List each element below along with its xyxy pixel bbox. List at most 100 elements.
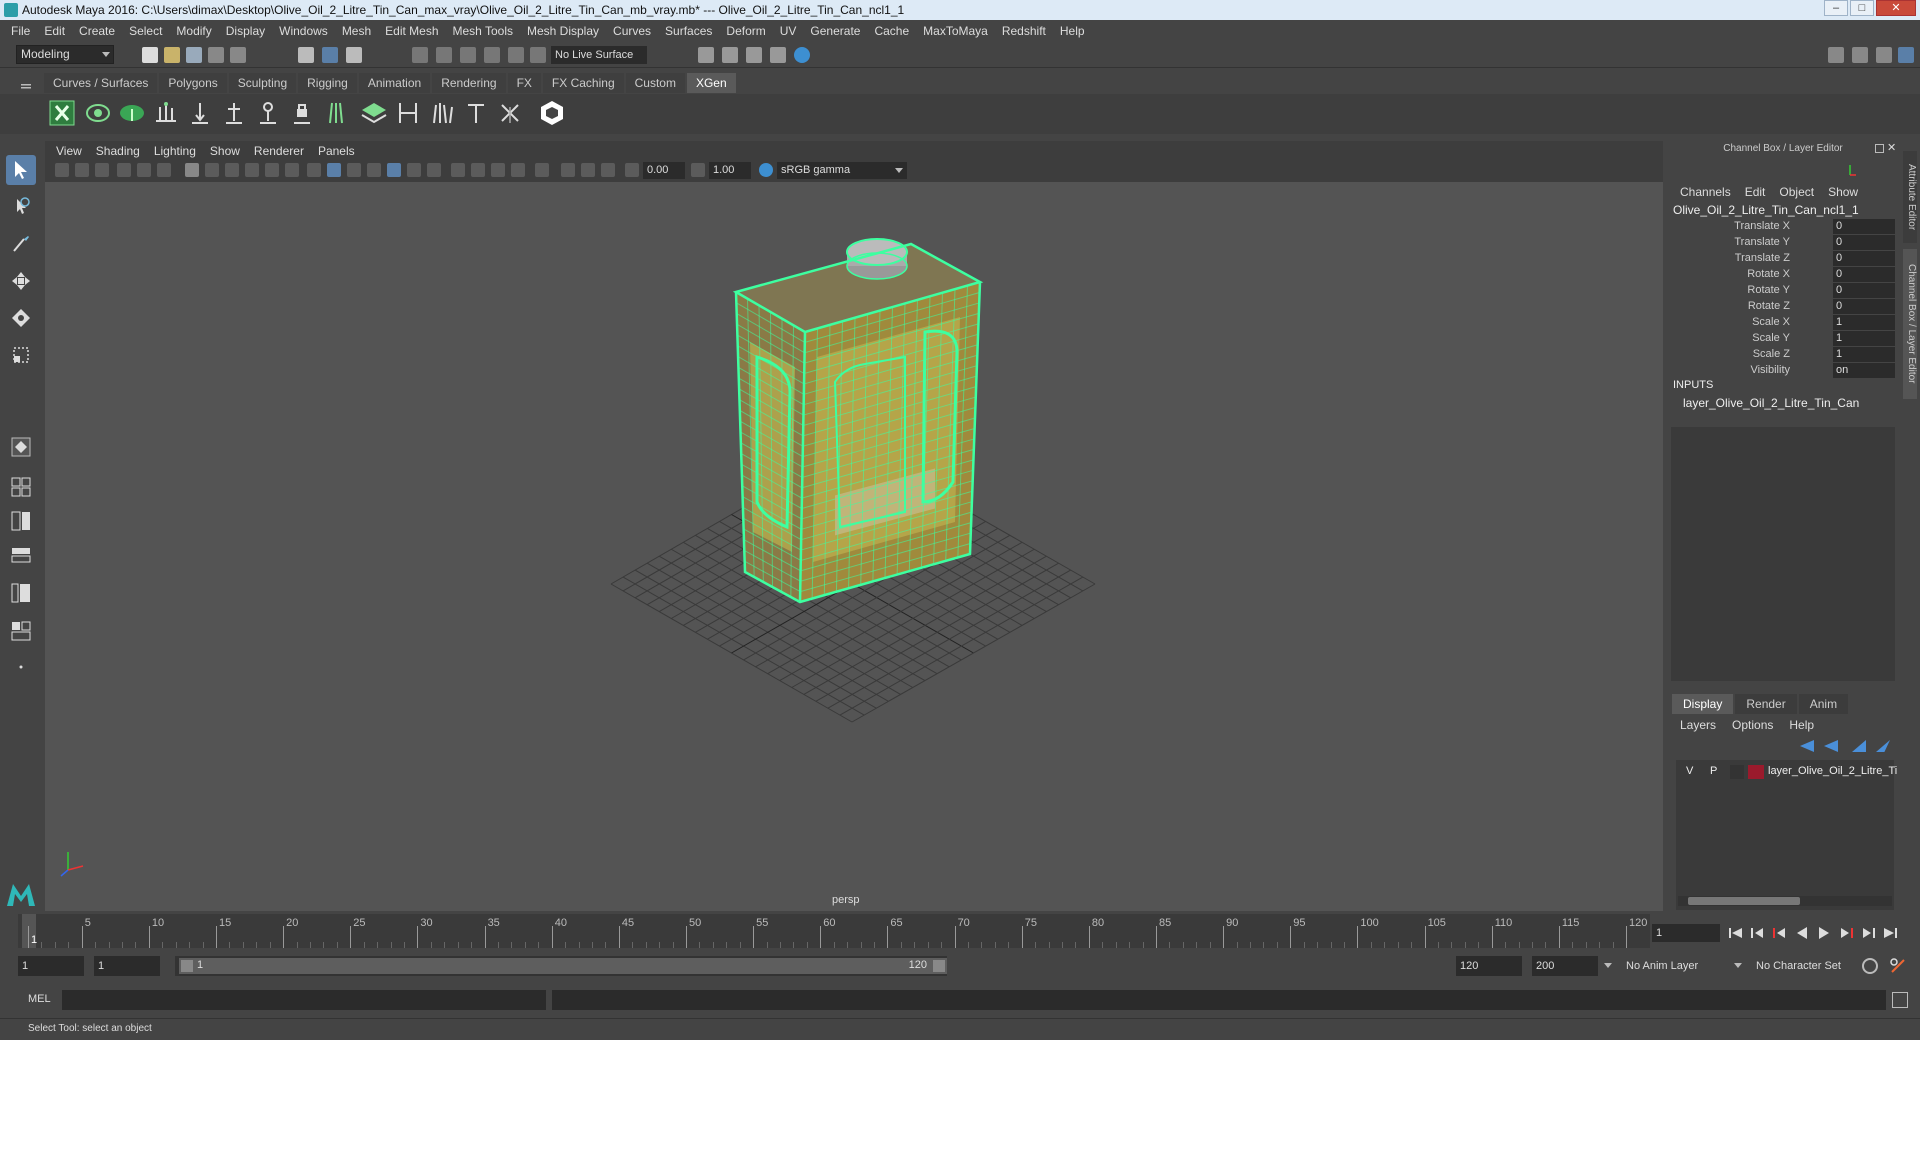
- script-language-toggle[interactable]: MEL: [28, 993, 51, 1005]
- panel-menu-renderer[interactable]: Renderer: [247, 144, 311, 158]
- camera-select-icon[interactable]: [55, 163, 69, 177]
- backface-culling-icon[interactable]: [601, 163, 615, 177]
- xgen-place-guides-icon[interactable]: [152, 99, 180, 127]
- xgen-lock-guides-icon[interactable]: [288, 99, 316, 127]
- layer-tab-render[interactable]: Render: [1735, 694, 1797, 714]
- modeling-toolkit-icon[interactable]: [1828, 47, 1844, 63]
- two-d-pan-zoom-icon[interactable]: [137, 163, 151, 177]
- animation-start-field[interactable]: 1: [18, 956, 84, 976]
- select-component-icon[interactable]: [346, 47, 362, 63]
- step-back-key-icon[interactable]: [1750, 925, 1766, 941]
- 3d-viewport[interactable]: persp: [45, 182, 1663, 911]
- time-slider[interactable]: 1 5 10 15 20 25 30 35 40 45 50 55 60 65 70 75 80 85 90 95 10…: [18, 914, 1650, 948]
- layer-playback-toggle[interactable]: P: [1710, 765, 1717, 777]
- attr-value[interactable]: 1: [1833, 315, 1895, 330]
- layout-two-view[interactable]: [6, 506, 36, 536]
- snap-curve-icon[interactable]: [436, 47, 452, 63]
- smooth-shade-icon[interactable]: [327, 163, 341, 177]
- attr-value[interactable]: 0: [1833, 219, 1895, 234]
- attr-value[interactable]: 0: [1833, 267, 1895, 282]
- attr-scale-x[interactable]: Scale X1: [1667, 315, 1897, 331]
- shelf-tab-curves-surfaces[interactable]: Curves / Surfaces: [44, 73, 158, 93]
- layer-name[interactable]: layer_Olive_Oil_2_Litre_Ti: [1768, 765, 1897, 777]
- menu-create[interactable]: Create: [72, 21, 122, 42]
- menu-edit-mesh[interactable]: Edit Mesh: [378, 21, 445, 42]
- cb-menu-channels[interactable]: Channels: [1673, 185, 1738, 199]
- animation-preferences-icon[interactable]: [1890, 958, 1906, 974]
- attribute-editor-toggle-icon[interactable]: [1852, 47, 1868, 63]
- scene-view[interactable]: [45, 182, 1663, 911]
- attr-value[interactable]: 0: [1833, 235, 1895, 250]
- playback-end-field[interactable]: 120: [1456, 956, 1522, 976]
- xray-icon[interactable]: [367, 163, 381, 177]
- shelf-tab-rendering[interactable]: Rendering: [432, 73, 506, 93]
- depth-of-field-icon[interactable]: [511, 163, 525, 177]
- script-editor-icon[interactable]: [1892, 992, 1908, 1008]
- xgen-length-icon[interactable]: [394, 99, 422, 127]
- playback-start-field[interactable]: 1: [94, 956, 160, 976]
- rotate-tool[interactable]: [6, 303, 36, 333]
- snap-surface-icon[interactable]: [508, 47, 524, 63]
- layer-color-swatch[interactable]: [1748, 765, 1764, 779]
- layer-display-type-toggle[interactable]: [1730, 765, 1744, 779]
- menu-select[interactable]: Select: [122, 21, 169, 42]
- shelf-tab-fx-caching[interactable]: FX Caching: [542, 73, 624, 93]
- shelf-tab-polygons[interactable]: Polygons: [159, 73, 227, 93]
- close-button[interactable]: ✕: [1876, 0, 1916, 16]
- shadows-icon[interactable]: [427, 163, 441, 177]
- menu-windows[interactable]: Windows: [272, 21, 335, 42]
- attr-translate-y[interactable]: Translate Y0: [1667, 235, 1897, 251]
- undo-icon[interactable]: [208, 47, 224, 63]
- menu-mesh-tools[interactable]: Mesh Tools: [446, 21, 520, 42]
- snap-point-icon[interactable]: [460, 47, 476, 63]
- gamma-icon[interactable]: [691, 163, 705, 177]
- attr-scale-z[interactable]: Scale Z1: [1667, 347, 1897, 363]
- select-object-icon[interactable]: [322, 47, 338, 63]
- render-current-icon[interactable]: [746, 47, 762, 63]
- grease-pencil-icon[interactable]: [157, 163, 171, 177]
- layout-four-view[interactable]: [6, 472, 36, 502]
- shelf-tab-sculpting[interactable]: Sculpting: [228, 73, 297, 93]
- minimize-button[interactable]: –: [1824, 0, 1848, 16]
- panel-menu-lighting[interactable]: Lighting: [147, 144, 203, 158]
- ambient-occlusion-icon[interactable]: [451, 163, 465, 177]
- paint-select-tool[interactable]: [6, 229, 36, 259]
- step-forward-frame-icon[interactable]: [1838, 925, 1854, 941]
- attr-rotate-z[interactable]: Rotate Z0: [1667, 299, 1897, 315]
- safe-action-icon[interactable]: [285, 163, 299, 177]
- xray-active-icon[interactable]: [581, 163, 595, 177]
- menu-cache[interactable]: Cache: [867, 21, 916, 42]
- film-gate-icon[interactable]: [205, 163, 219, 177]
- attr-translate-z[interactable]: Translate Z0: [1667, 251, 1897, 267]
- snap-grid-icon[interactable]: [412, 47, 428, 63]
- command-input[interactable]: [62, 990, 546, 1010]
- menu-maxtomaya[interactable]: MaxToMaya: [916, 21, 995, 42]
- step-back-frame-icon[interactable]: [1772, 925, 1788, 941]
- menu-generate[interactable]: Generate: [803, 21, 867, 42]
- layer-row[interactable]: V P layer_Olive_Oil_2_Litre_Ti: [1676, 763, 1897, 781]
- live-surface-field[interactable]: No Live Surface: [551, 46, 647, 64]
- attr-rotate-y[interactable]: Rotate Y0: [1667, 283, 1897, 299]
- xgen-editor-icon[interactable]: [48, 99, 76, 127]
- character-set-dropdown[interactable]: No Character Set: [1752, 956, 1862, 976]
- menu-uv[interactable]: UV: [773, 21, 804, 42]
- menu-help[interactable]: Help: [1053, 21, 1092, 42]
- save-scene-icon[interactable]: [186, 47, 202, 63]
- menu-mesh-display[interactable]: Mesh Display: [520, 21, 606, 42]
- xgen-delete-guides-icon[interactable]: [496, 99, 524, 127]
- panel-menu-view[interactable]: View: [49, 144, 89, 158]
- maximize-button[interactable]: □: [1850, 0, 1874, 16]
- step-forward-key-icon[interactable]: [1860, 925, 1876, 941]
- shelf-tab-fx[interactable]: FX: [507, 73, 541, 93]
- layer-menu-options[interactable]: Options: [1724, 718, 1781, 732]
- tool-settings-toggle-icon[interactable]: [1876, 47, 1892, 63]
- panel-menu-shading[interactable]: Shading: [89, 144, 147, 158]
- attr-visibility[interactable]: Visibility on: [1667, 363, 1897, 379]
- select-tool[interactable]: [6, 155, 36, 185]
- field-chart-icon[interactable]: [265, 163, 279, 177]
- layer-menu-layers[interactable]: Layers: [1672, 718, 1724, 732]
- xray-joints-icon[interactable]: [561, 163, 575, 177]
- attr-value[interactable]: 0: [1833, 299, 1895, 314]
- layer-visibility-toggle[interactable]: V: [1686, 765, 1693, 777]
- open-scene-icon[interactable]: [164, 47, 180, 63]
